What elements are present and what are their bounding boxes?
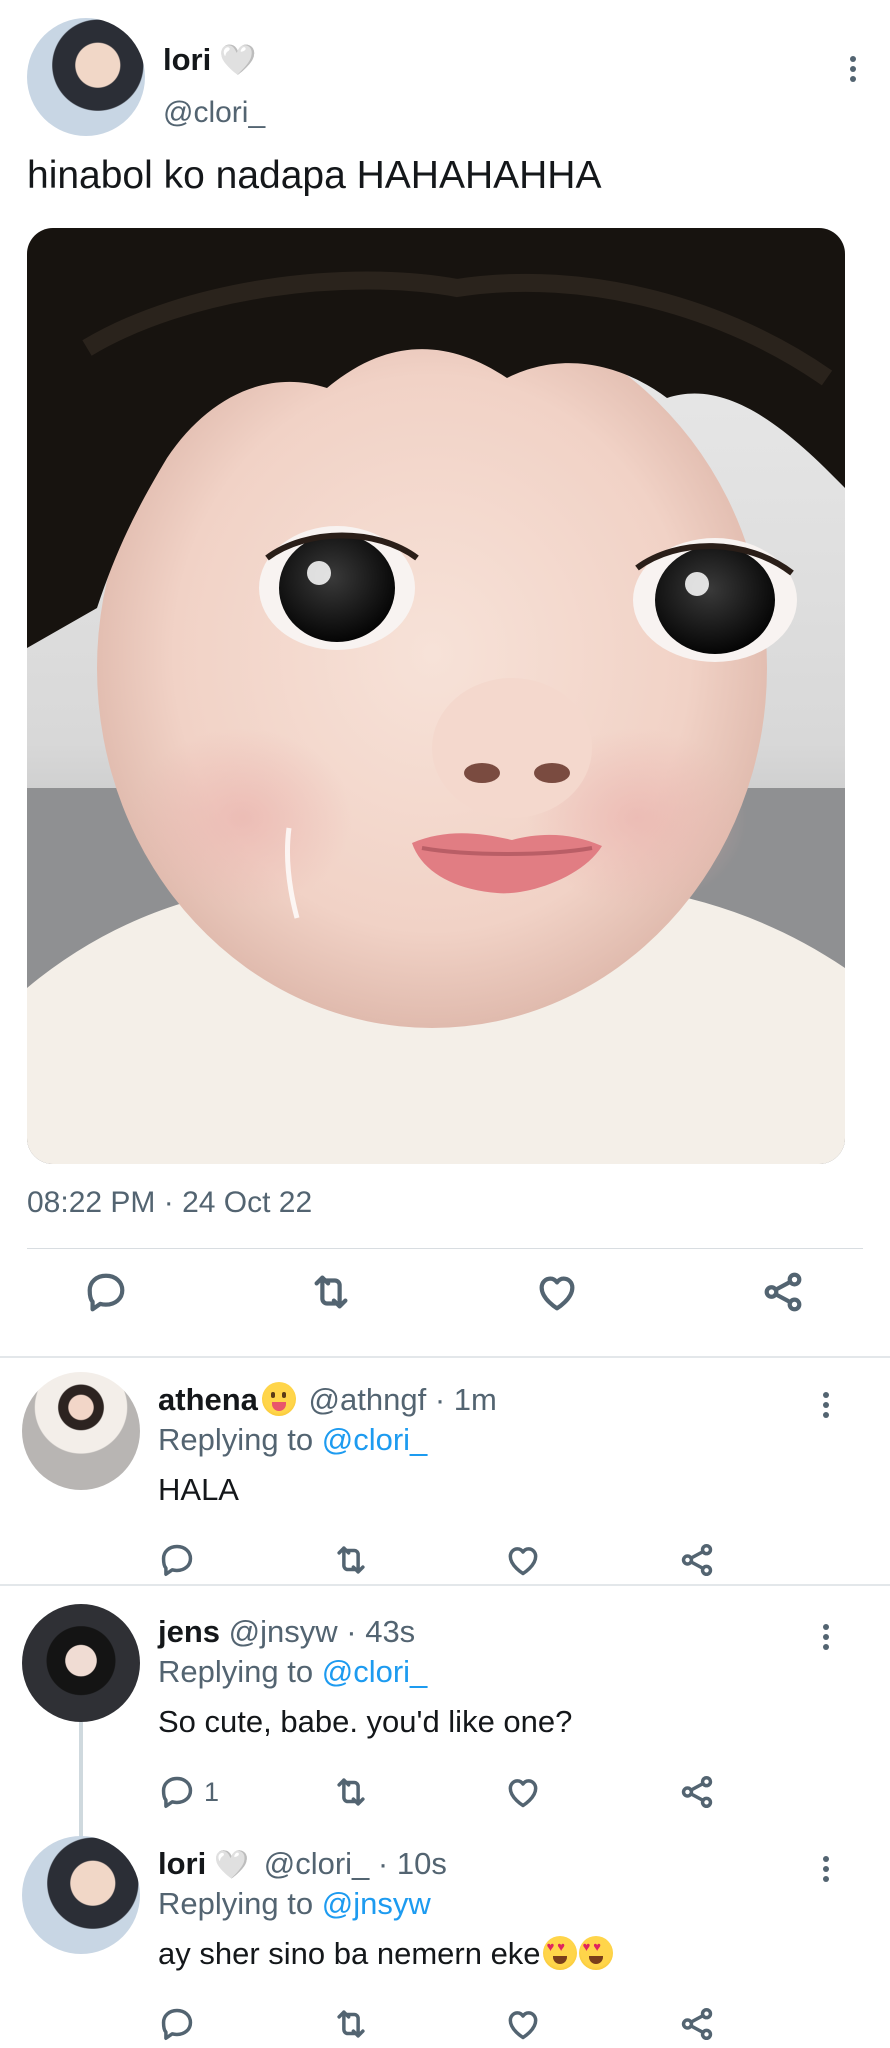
heart-eyes-emoji (542, 1936, 577, 1970)
reply-icon (161, 1776, 193, 1808)
avatar[interactable] (22, 1836, 140, 1954)
author-name-text: lori (163, 42, 212, 77)
reply-time: · 1m (434, 1382, 497, 1417)
reply-text: So cute, babe. you'd like one? (158, 1704, 573, 1739)
like-icon (539, 1276, 575, 1311)
more-icon (816, 1392, 836, 1418)
reply-actions (0, 1538, 890, 1588)
tweet-timestamp[interactable]: 08:22 PM · 24 Oct 22 (27, 1186, 312, 1220)
more-options-button[interactable] (816, 1856, 836, 1882)
replying-to-label: Replying to (158, 1886, 322, 1921)
more-options-button[interactable] (816, 1624, 836, 1650)
like-button[interactable] (504, 2002, 542, 2046)
tweet-image[interactable] (27, 228, 845, 1164)
reply-tweet[interactable]: lori 🤍 @clori_ · 10s Replying to @jnsyw a… (0, 1836, 890, 2048)
avatar[interactable] (27, 18, 145, 136)
like-icon (508, 1779, 538, 1808)
retweet-button[interactable] (307, 1268, 355, 1316)
reply-text: ay sher sino ba nemern eke (158, 1936, 613, 1972)
reply-author-handle[interactable]: @jnsyw (229, 1614, 338, 1649)
author-handle[interactable]: @clori_ (163, 96, 265, 130)
retweet-button[interactable] (332, 2002, 370, 2046)
reply-count: 1 (204, 1776, 220, 1807)
reply-author-handle[interactable]: @athngf (309, 1382, 427, 1417)
more-icon (816, 1624, 836, 1650)
share-icon (764, 1272, 802, 1312)
more-options-button[interactable] (816, 1392, 836, 1418)
author-name[interactable]: lori 🤍 (163, 42, 257, 78)
reply-text: HALA (158, 1472, 239, 1507)
avatar[interactable] (22, 1604, 140, 1722)
reply-button[interactable] (158, 2002, 196, 2046)
main-tweet-header: lori 🤍 @clori_ (27, 18, 863, 138)
reply-header: jens @jnsyw · 43s (158, 1614, 415, 1650)
retweet-icon (314, 1275, 348, 1309)
share-button[interactable] (759, 1268, 807, 1316)
share-button[interactable] (678, 1770, 716, 1814)
reply-actions: 1 (0, 1770, 890, 1820)
main-tweet-actions (0, 1268, 890, 1338)
like-button[interactable] (504, 1538, 542, 1582)
divider (0, 1356, 890, 1358)
replying-to: Replying to @clori_ (158, 1654, 427, 1690)
reply-text-content: ay sher sino ba nemern eke (158, 1936, 541, 1971)
reply-author-name[interactable]: athena (158, 1382, 258, 1417)
reply-tweet[interactable]: athena @athngf · 1m Replying to @clori_ … (0, 1372, 890, 1576)
replying-to: Replying to @clori_ (158, 1422, 427, 1458)
avatar[interactable] (22, 1372, 140, 1490)
mention-link[interactable]: @clori_ (322, 1422, 428, 1457)
reply-icon (161, 2008, 193, 2040)
reply-tweet[interactable]: jens @jnsyw · 43s Replying to @clori_ So… (0, 1604, 890, 1842)
more-icon (816, 1856, 836, 1882)
reply-button[interactable] (82, 1268, 130, 1316)
reply-header: lori 🤍 @clori_ · 10s (158, 1846, 447, 1882)
reply-time: · 10s (377, 1846, 447, 1881)
reply-button[interactable]: 1 (158, 1770, 219, 1814)
divider (0, 1584, 890, 1586)
reply-button[interactable] (158, 1538, 196, 1582)
reply-author-handle[interactable]: @clori_ (264, 1846, 370, 1881)
tongue-emoji (261, 1382, 296, 1416)
replying-to: Replying to @jnsyw (158, 1886, 431, 1922)
replying-to-label: Replying to (158, 1654, 322, 1689)
heart-eyes-emoji (578, 1936, 613, 1970)
reply-header: athena @athngf · 1m (158, 1382, 497, 1418)
share-icon (681, 1544, 713, 1576)
like-button[interactable] (533, 1268, 581, 1316)
mention-link[interactable]: @clori_ (322, 1654, 428, 1689)
share-button[interactable] (678, 1538, 716, 1582)
reply-time: · 43s (346, 1614, 416, 1649)
white-heart-emoji: 🤍 (219, 44, 257, 78)
retweet-button[interactable] (332, 1770, 370, 1814)
like-button[interactable] (504, 1770, 542, 1814)
more-icon (843, 56, 863, 82)
share-icon (681, 2008, 713, 2040)
retweet-icon (337, 1546, 365, 1574)
white-heart-emoji: 🤍 (214, 1849, 250, 1881)
retweet-icon (337, 2010, 365, 2038)
more-options-button[interactable] (843, 56, 863, 82)
mention-link[interactable]: @jnsyw (322, 1886, 431, 1921)
reply-author-name[interactable]: lori (158, 1846, 206, 1881)
tweet-thread: lori 🤍 @clori_ hinabol ko nadapa HAHAHAHH… (0, 0, 890, 2048)
replying-to-label: Replying to (158, 1422, 322, 1457)
like-icon (508, 1547, 538, 1576)
like-icon (508, 2011, 538, 2040)
retweet-button[interactable] (332, 1538, 370, 1582)
divider (27, 1248, 863, 1249)
share-button[interactable] (678, 2002, 716, 2046)
reply-actions (0, 2002, 890, 2048)
reply-icon (161, 1544, 193, 1576)
share-icon (681, 1776, 713, 1808)
retweet-icon (337, 1778, 365, 1806)
reply-icon (87, 1273, 125, 1312)
child-photo (27, 228, 845, 1164)
tweet-text: hinabol ko nadapa HAHAHAHHA (27, 154, 602, 197)
reply-author-name[interactable]: jens (158, 1614, 220, 1649)
